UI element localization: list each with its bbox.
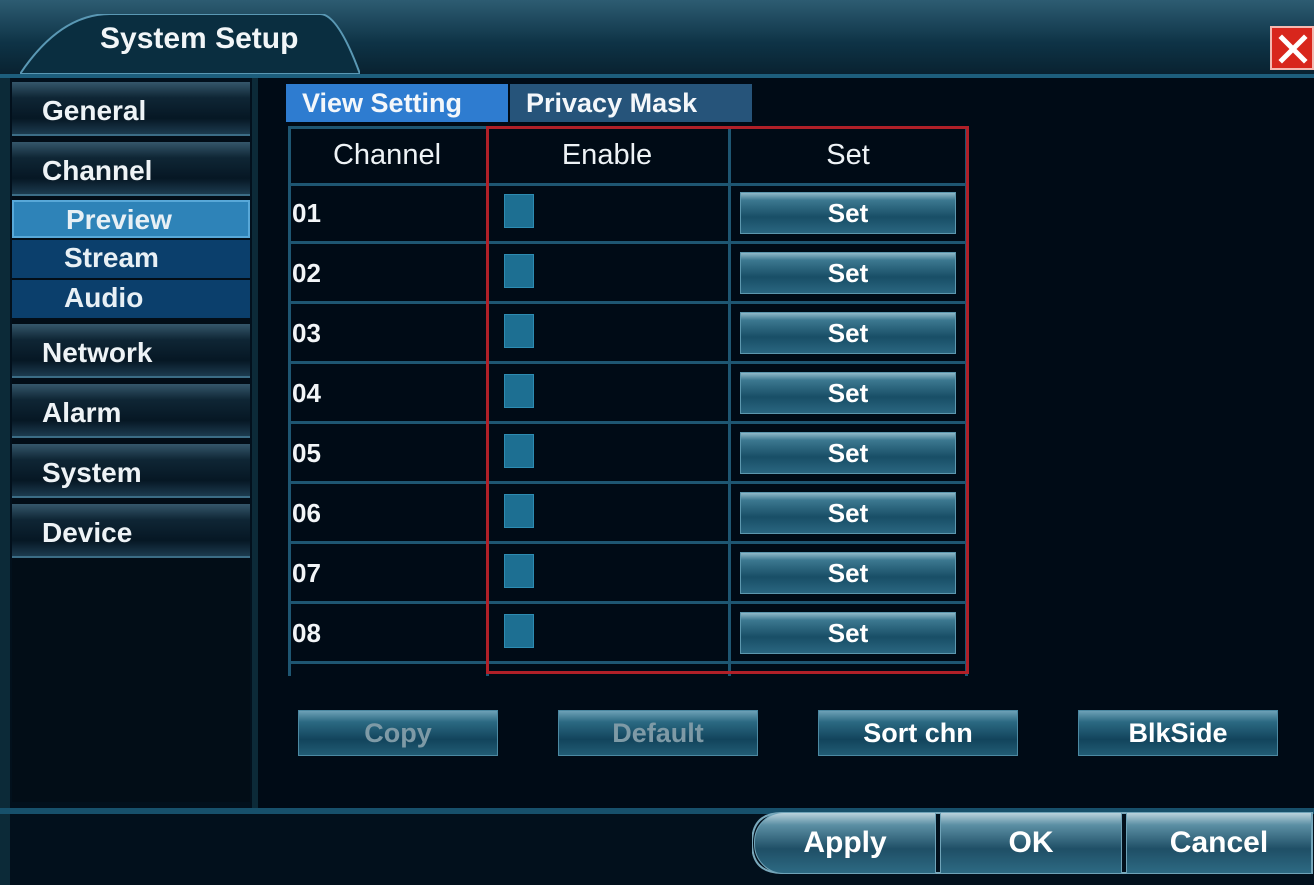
- tab-label: View Setting: [302, 88, 463, 118]
- sidebar-item-label: Alarm: [42, 397, 122, 428]
- sidebar-item-network[interactable]: Network: [12, 324, 250, 378]
- sort-chn-button[interactable]: Sort chn: [818, 710, 1018, 756]
- copy-button[interactable]: Copy: [298, 710, 498, 756]
- system-setup-window: System Setup General Channel Preview Str…: [0, 0, 1314, 885]
- table-border: [288, 126, 291, 676]
- sidebar-item-label: System: [42, 457, 142, 488]
- tab-privacy-mask[interactable]: Privacy Mask: [510, 84, 752, 122]
- sidebar-item-label: Device: [42, 517, 133, 548]
- tab-label: Privacy Mask: [526, 88, 698, 118]
- close-button[interactable]: [1270, 26, 1314, 70]
- row-channel-number: 02: [292, 258, 321, 288]
- row-channel-number: 01: [292, 198, 321, 228]
- blkside-button[interactable]: BlkSide: [1078, 710, 1278, 756]
- sidebar-item-alarm[interactable]: Alarm: [12, 384, 250, 438]
- sidebar-subitem-label: Stream: [64, 242, 159, 273]
- ok-button[interactable]: OK: [940, 812, 1122, 874]
- sidebar: General Channel Preview Stream Audio Net…: [12, 82, 250, 802]
- row-channel-number: 08: [292, 618, 321, 648]
- row-channel-number: 03: [292, 318, 321, 348]
- sidebar-subitem-label: Audio: [64, 282, 144, 313]
- window-title: System Setup: [100, 22, 299, 55]
- footer-buttons: Apply OK Cancel: [752, 812, 1314, 874]
- sidebar-item-device[interactable]: Device: [12, 504, 250, 558]
- sidebar-subitem-audio[interactable]: Audio: [12, 280, 250, 318]
- row-channel-number: 05: [292, 438, 321, 468]
- sidebar-subitem-preview[interactable]: Preview: [12, 200, 250, 238]
- cancel-button[interactable]: Cancel: [1126, 812, 1312, 874]
- highlight-box: [486, 126, 969, 674]
- title-bar: System Setup: [0, 0, 1314, 78]
- default-button[interactable]: Default: [558, 710, 758, 756]
- close-icon: [1278, 34, 1308, 64]
- sidebar-subitem-stream[interactable]: Stream: [12, 240, 250, 278]
- sidebar-item-general[interactable]: General: [12, 82, 250, 136]
- channel-table: Channel Enable Set 01 Set 02 Set 03 Set 04 Set 0…: [288, 126, 969, 676]
- row-channel-number: 04: [292, 378, 321, 408]
- content-panel: View Setting Privacy Mask Channel Enable…: [258, 78, 1314, 808]
- row-channel-number: 07: [292, 558, 321, 588]
- sidebar-item-system[interactable]: System: [12, 444, 250, 498]
- apply-button[interactable]: Apply: [754, 812, 936, 874]
- row-channel-number: 06: [292, 498, 321, 528]
- sidebar-item-label: General: [42, 95, 147, 126]
- sidebar-item-label: Network: [42, 337, 153, 368]
- sidebar-item-label: Channel: [42, 155, 153, 186]
- column-header-channel: Channel: [332, 139, 442, 171]
- tab-view-setting[interactable]: View Setting: [286, 84, 508, 122]
- left-frame: [0, 78, 10, 885]
- sidebar-subitem-label: Preview: [66, 204, 172, 235]
- sidebar-item-channel[interactable]: Channel: [12, 142, 250, 196]
